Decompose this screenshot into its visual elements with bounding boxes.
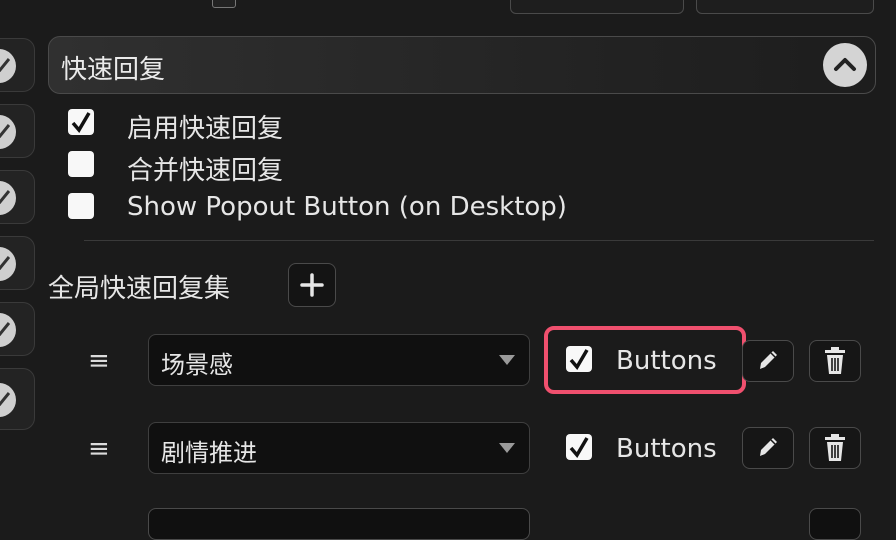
side-extension-toggle[interactable] (0, 302, 35, 356)
show-popout-label: Show Popout Button (on Desktop) (127, 192, 567, 222)
drag-handle[interactable]: ≡ (88, 434, 110, 464)
top-partial-button[interactable] (510, 0, 684, 14)
buttons-checkbox[interactable] (566, 346, 592, 372)
quick-reply-header[interactable]: 快速回复 (48, 36, 876, 94)
select-value: 剧情推进 (161, 439, 257, 467)
section-title: 快速回复 (61, 55, 166, 85)
show-popout-checkbox[interactable] (68, 193, 94, 219)
collapse-button[interactable] (823, 43, 867, 87)
side-extension-toggle[interactable] (0, 104, 35, 158)
combine-quick-reply-checkbox[interactable] (68, 151, 94, 177)
pencil-icon (760, 438, 777, 456)
quick-reply-set-select[interactable]: 剧情推进 (148, 422, 530, 474)
check-icon (0, 383, 16, 417)
divider (84, 240, 874, 241)
plus-icon (300, 273, 324, 297)
side-extension-toggle[interactable] (0, 236, 35, 290)
drag-handle[interactable]: ≡ (88, 346, 110, 376)
delete-set-button[interactable] (809, 427, 861, 469)
select-value: 场景感 (161, 351, 233, 379)
buttons-label: Buttons (616, 346, 717, 376)
check-icon (0, 313, 16, 347)
check-icon (0, 181, 16, 215)
side-extension-toggle[interactable] (0, 38, 35, 92)
dropdown-arrow-icon (499, 443, 515, 453)
add-set-button[interactable] (288, 263, 336, 307)
buttons-checkbox[interactable] (566, 434, 592, 460)
top-partial-checkbox[interactable] (212, 0, 236, 8)
delete-set-button[interactable] (809, 508, 861, 540)
buttons-toggle[interactable]: Buttons (566, 334, 746, 384)
buttons-toggle[interactable]: Buttons (566, 422, 746, 472)
enable-quick-reply-checkbox[interactable] (68, 109, 94, 135)
combine-quick-reply-label: 合并快速回复 (127, 156, 284, 186)
delete-set-button[interactable] (809, 340, 861, 382)
edit-set-button[interactable] (742, 427, 794, 469)
global-sets-title: 全局快速回复集 (48, 274, 231, 304)
check-icon (0, 115, 16, 149)
checkmark-icon (569, 437, 589, 458)
buttons-label: Buttons (616, 434, 717, 464)
edit-set-button[interactable] (742, 340, 794, 382)
checkmark-icon (71, 112, 91, 133)
check-icon (0, 49, 16, 83)
check-icon (0, 247, 16, 281)
pencil-icon (760, 351, 777, 369)
trash-icon (825, 347, 845, 374)
side-extension-toggle[interactable] (0, 368, 35, 430)
quick-reply-set-select[interactable]: 场景感 (148, 334, 530, 386)
quick-reply-set-select[interactable] (148, 508, 530, 540)
side-extension-toggle[interactable] (0, 170, 35, 224)
dropdown-arrow-icon (499, 355, 515, 365)
chevron-up-icon (834, 58, 856, 71)
checkmark-icon (569, 349, 589, 370)
top-partial-button-2[interactable] (696, 0, 874, 14)
enable-quick-reply-label: 启用快速回复 (127, 114, 284, 144)
trash-icon (825, 434, 845, 461)
